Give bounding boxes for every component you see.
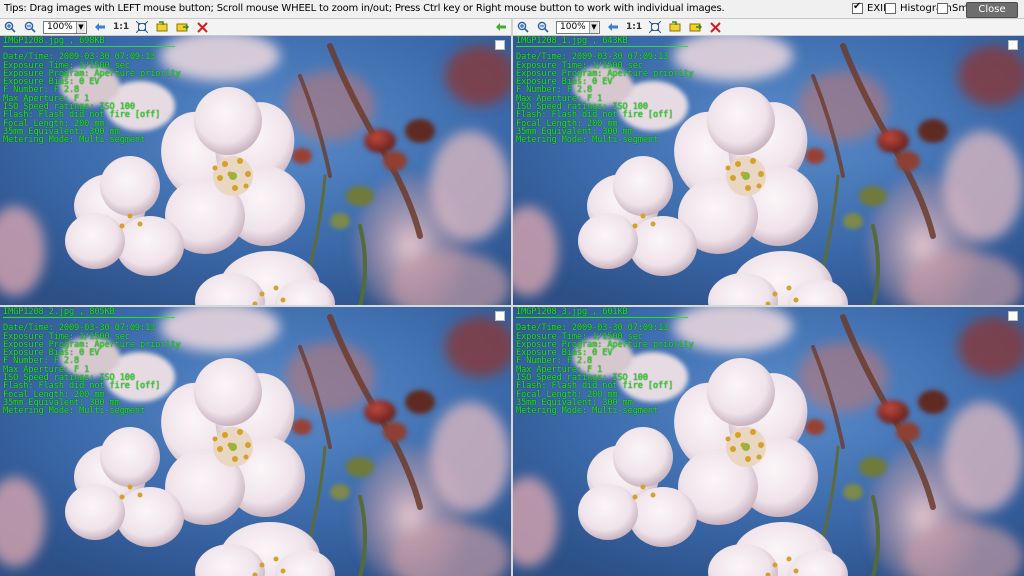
fit-window-icon[interactable] <box>648 20 662 34</box>
arrow-left-icon[interactable] <box>494 20 508 34</box>
zoom-select[interactable]: 100% ▼ <box>43 20 87 34</box>
fit-icon[interactable] <box>93 20 107 34</box>
file-name: IMGP1208.jpg , 698KB <box>3 37 175 48</box>
select-checkbox[interactable] <box>495 311 505 321</box>
image-panel-4[interactable]: IMGP1208_3.jpg , 601KB Date/Time: 2009-0… <box>513 307 1024 576</box>
fit-window-icon[interactable] <box>135 20 149 34</box>
zoom-out-icon[interactable] <box>536 20 550 34</box>
zoom-select[interactable]: 100% ▼ <box>556 20 600 34</box>
zoom-value: 100% <box>560 22 586 32</box>
exif-checkbox[interactable] <box>852 1 863 14</box>
close-button[interactable]: Close <box>966 2 1018 18</box>
tips-bar: Tips: Drag images with LEFT mouse button… <box>0 0 1024 19</box>
select-checkbox[interactable] <box>1008 311 1018 321</box>
image-panel-2[interactable]: IMGP1208_1.jpg , 643KB Date/Time: 2009-0… <box>513 36 1024 305</box>
select-checkbox[interactable] <box>495 40 505 50</box>
histogram-checkbox[interactable] <box>885 3 896 14</box>
exif-overlay: IMGP1208_1.jpg , 643KB Date/Time: 2009-0… <box>516 37 694 145</box>
exif-overlay: IMGP1208_2.jpg , 805KB Date/Time: 2009-0… <box>3 308 181 416</box>
fit-icon[interactable] <box>606 20 620 34</box>
select-checkbox[interactable] <box>1008 40 1018 50</box>
zoom-in-icon[interactable] <box>3 20 17 34</box>
chevron-down-icon[interactable]: ▼ <box>76 21 85 33</box>
rotate-right-icon[interactable] <box>688 20 702 34</box>
file-name: IMGP1208_1.jpg , 643KB <box>516 37 688 48</box>
exif-line: Metering Mode: Multi-segment <box>516 406 659 417</box>
actual-size-button[interactable]: 1:1 <box>113 22 129 32</box>
rotate-left-icon[interactable] <box>155 20 169 34</box>
exif-line: Metering Mode: Multi-segment <box>3 135 146 146</box>
exif-line: Metering Mode: Multi-segment <box>3 406 146 417</box>
zoom-value: 100% <box>47 22 73 32</box>
right-toolbar: 100% ▼ 1:1 <box>513 19 1024 36</box>
close-image-icon[interactable] <box>195 20 209 34</box>
zoom-out-icon[interactable] <box>23 20 37 34</box>
exif-overlay: IMGP1208_3.jpg , 601KB Date/Time: 2009-0… <box>516 308 694 416</box>
file-name: IMGP1208_3.jpg , 601KB <box>516 308 688 319</box>
exif-toggle[interactable]: EXIF <box>852 1 889 14</box>
left-toolbar: 100% ▼ 1:1 <box>0 19 511 36</box>
close-image-icon[interactable] <box>708 20 722 34</box>
splitter-horizontal[interactable] <box>0 305 1024 307</box>
image-panel-1[interactable]: IMGP1208.jpg , 698KB Date/Time: 2009-03-… <box>0 36 511 305</box>
chevron-down-icon[interactable]: ▼ <box>589 21 598 33</box>
rotate-right-icon[interactable] <box>175 20 189 34</box>
smooth-checkbox[interactable] <box>937 3 948 14</box>
exif-overlay: IMGP1208.jpg , 698KB Date/Time: 2009-03-… <box>3 37 181 145</box>
image-panel-3[interactable]: IMGP1208_2.jpg , 805KB Date/Time: 2009-0… <box>0 307 511 576</box>
actual-size-button[interactable]: 1:1 <box>626 22 642 32</box>
rotate-left-icon[interactable] <box>668 20 682 34</box>
exif-line: Metering Mode: Multi-segment <box>516 135 659 146</box>
tips-text: Tips: Drag images with LEFT mouse button… <box>4 3 725 14</box>
zoom-in-icon[interactable] <box>516 20 530 34</box>
file-name: IMGP1208_2.jpg , 805KB <box>3 308 175 319</box>
